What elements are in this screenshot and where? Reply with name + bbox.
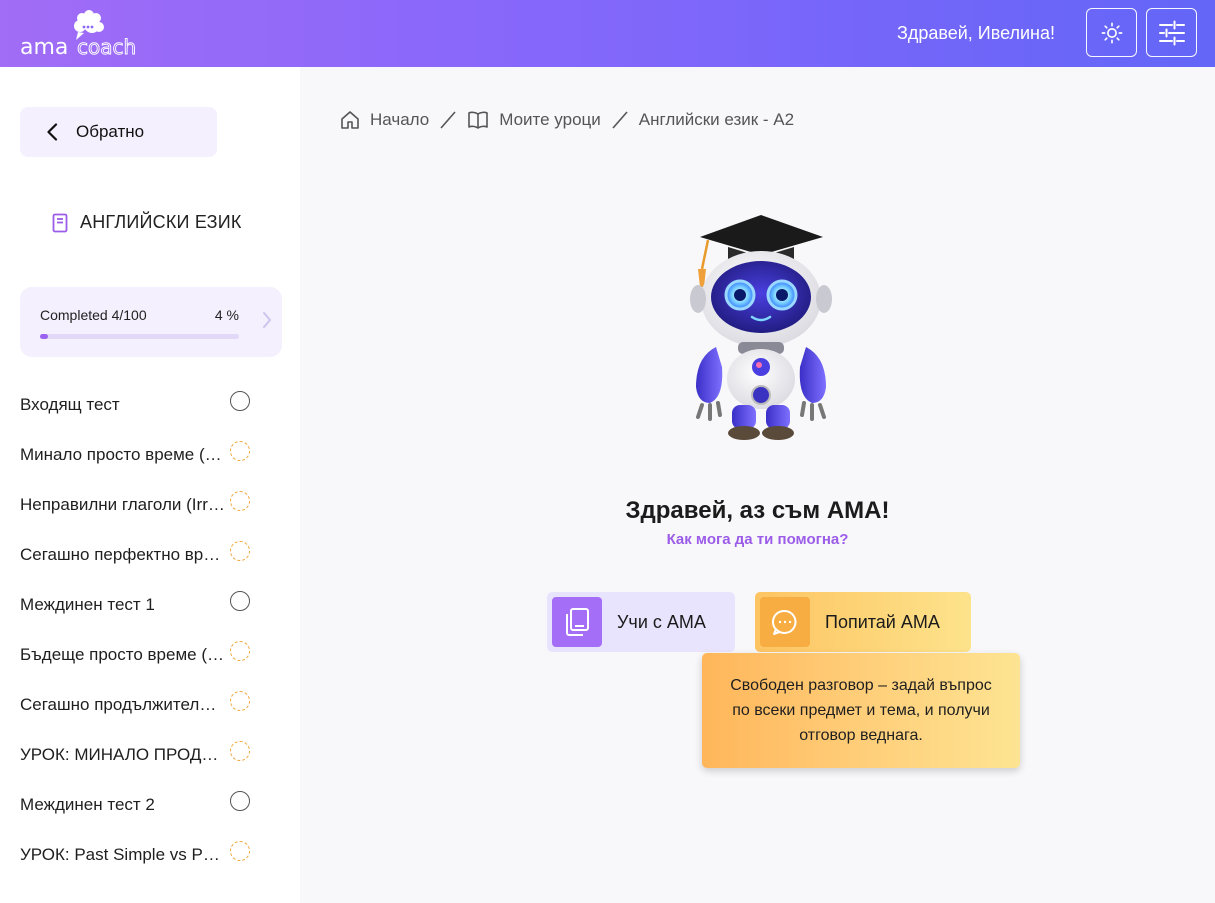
progress-card[interactable]: Completed 4/100 4 % (20, 287, 282, 357)
copy-pages-icon (552, 597, 602, 647)
svg-text:ama: ama (20, 35, 68, 60)
lesson-label: Междинен тест 1 (20, 595, 155, 614)
in-progress-status-icon (230, 541, 250, 561)
hero-title: Здравей, аз съм АМА! (625, 497, 890, 524)
lesson-item[interactable]: Междинен тест 2 (20, 789, 260, 819)
ask-ama-button[interactable]: Попитай АМА (755, 592, 971, 652)
not-started-status-icon (230, 791, 250, 811)
home-icon (341, 111, 359, 129)
breadcrumb: Начало Моите уроци Английски език - A2 (340, 110, 794, 130)
ask-ama-tooltip: Свободен разговор – задай въпрос по всек… (702, 653, 1020, 768)
lesson-item[interactable]: УРОК: МИНАЛО ПРОДЪЛЖИТЕЛНО (20, 739, 260, 769)
svg-text:coach: coach (77, 35, 136, 59)
lesson-item[interactable]: Минало просто време (Past Simple) (20, 439, 260, 469)
user-greeting: Здравей, Ивелина! (896, 23, 1055, 43)
chat-bubble-icon (760, 597, 810, 647)
breadcrumb-lessons[interactable]: Моите уроци (467, 110, 601, 130)
progress-bar (40, 334, 239, 339)
lesson-item[interactable]: Бъдеще просто време (Future Simple) (20, 639, 260, 669)
lesson-item[interactable]: Неправилни глаголи (Irregular verbs) (20, 489, 260, 519)
chevron-right-icon[interactable] (262, 311, 272, 329)
breadcrumb-lessons-label: Моите уроци (499, 110, 601, 129)
lesson-label: Сегашно перфектно време (20, 545, 225, 564)
in-progress-status-icon (230, 441, 250, 461)
ama-robot-mascot (690, 215, 832, 440)
in-progress-status-icon (230, 841, 250, 861)
lesson-item[interactable]: Междинен тест 1 (20, 589, 260, 619)
lesson-label: Минало просто време (Past Simple) (20, 445, 225, 464)
not-started-status-icon (230, 591, 250, 611)
breadcrumb-home-label: Начало (370, 110, 430, 129)
lesson-item[interactable]: Сегашно перфектно време (20, 539, 260, 569)
back-button[interactable]: Обратно (20, 107, 217, 157)
progress-bar-fill (40, 334, 48, 339)
lesson-label: УРОК: МИНАЛО ПРОДЪЛЖИТЕЛНО (20, 745, 225, 764)
lesson-item[interactable]: Входящ тест (20, 389, 260, 419)
book-icon (52, 213, 68, 232)
breadcrumb-home[interactable]: Начало (340, 110, 429, 130)
sliders-icon (1158, 20, 1185, 45)
in-progress-status-icon (230, 491, 250, 511)
course-title: АНГЛИЙСКИ ЕЗИК (52, 212, 242, 233)
settings-button[interactable] (1146, 8, 1197, 57)
course-title-label: АНГЛИЙСКИ ЕЗИК (80, 212, 242, 232)
in-progress-status-icon (230, 641, 250, 661)
back-button-label: Обратно (76, 122, 145, 141)
sun-icon (1101, 22, 1122, 43)
lesson-label: Сегашно продължително време (20, 695, 225, 714)
learn-with-ama-button[interactable]: Учи с АМА (547, 592, 735, 652)
in-progress-status-icon (230, 691, 250, 711)
sidebar: Обратно АНГЛИЙСКИ ЕЗИК Completed 4/100 4… (0, 67, 300, 903)
top-bar: ama coach Здравей, Ивелина! (0, 0, 1215, 67)
main-content: Начало Моите уроци Английски език - A2 З… (300, 67, 1215, 903)
lesson-label: Входящ тест (20, 395, 120, 414)
learn-with-ama-label: Учи с АМА (617, 611, 706, 632)
chevron-left-icon (47, 123, 58, 141)
hero-subtitle: Как мога да ти помогна? (666, 531, 849, 548)
slash-separator-icon (612, 111, 628, 129)
in-progress-status-icon (230, 741, 250, 761)
ama-coach-logo[interactable]: ama coach (20, 8, 145, 60)
open-book-icon (468, 111, 489, 129)
ask-ama-label: Попитай АМА (825, 611, 940, 632)
progress-percent: 4 % (214, 307, 239, 323)
lesson-label: УРОК: Past Simple vs Present Perfect (20, 845, 225, 864)
progress-label: Completed 4/100 (40, 307, 147, 323)
not-started-status-icon (230, 391, 250, 411)
lesson-item[interactable]: Сегашно продължително време (20, 689, 260, 719)
lesson-label: Междинен тест 2 (20, 795, 155, 814)
slash-separator-icon (440, 111, 456, 129)
lesson-label: Бъдеще просто време (Future Simple) (20, 645, 225, 664)
lesson-item[interactable]: УРОК: Past Simple vs Present Perfect (20, 839, 260, 869)
breadcrumb-current: Английски език - A2 (638, 110, 795, 129)
lesson-label: Неправилни глаголи (Irregular verbs) (20, 495, 225, 514)
theme-toggle-button[interactable] (1086, 8, 1137, 57)
